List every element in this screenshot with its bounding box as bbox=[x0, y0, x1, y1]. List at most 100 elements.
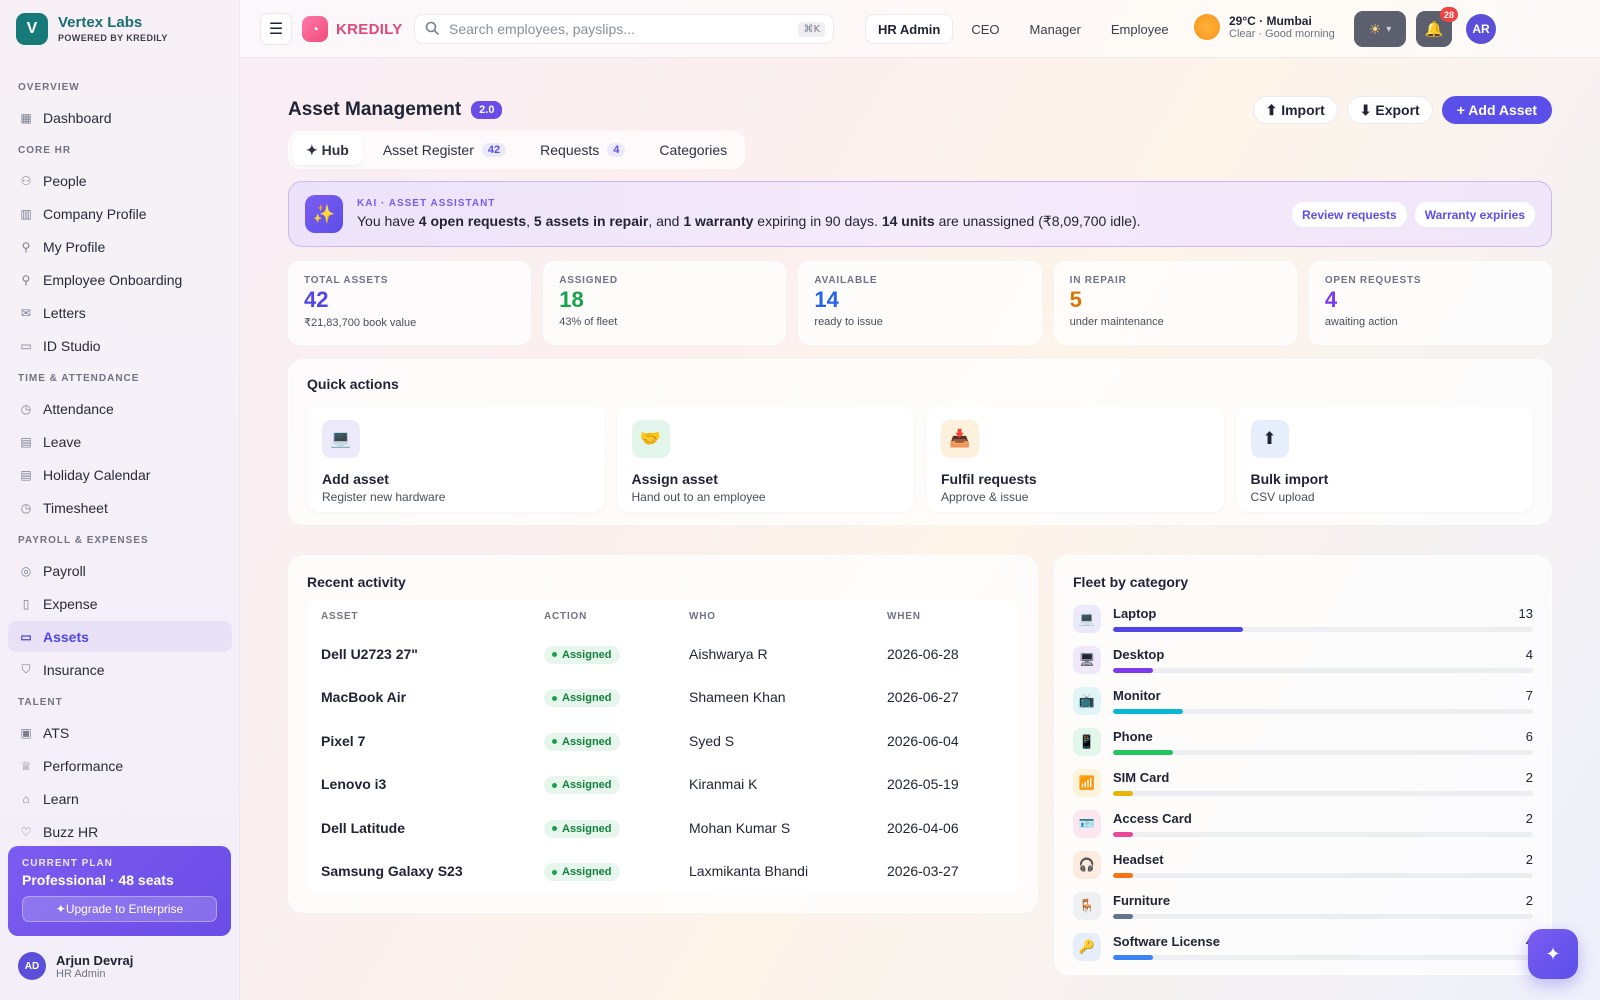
nav-section-title: PAYROLL & EXPENSES bbox=[18, 535, 149, 546]
brand[interactable]: V Vertex Labs POWERED BY KREDILY bbox=[16, 13, 168, 45]
fleet-category-row: Desktop 4 bbox=[1113, 647, 1533, 662]
fleet-category-desktop[interactable]: 🖥 Desktop 4 bbox=[1073, 639, 1533, 680]
mail-icon: ✉ bbox=[20, 305, 32, 320]
fleet-category-furniture[interactable]: 🪑 Furniture 2 bbox=[1073, 885, 1533, 926]
quick-action-subtitle: Approve & issue bbox=[941, 490, 1029, 504]
user-profile[interactable]: AD Arjun Devraj HR Admin bbox=[18, 952, 133, 980]
asset-name: MacBook Air bbox=[321, 689, 407, 706]
quick-action-assign-asset[interactable]: 🤝 Assign asset Hand out to an employee bbox=[616, 406, 914, 512]
access-card-icon: 🪪 bbox=[1073, 809, 1101, 838]
sidebar-item-id-studio[interactable]: ▭ ID Studio bbox=[8, 330, 232, 361]
add-asset-button[interactable]: + Add Asset bbox=[1441, 96, 1552, 124]
bell-icon: 🔔 bbox=[1424, 21, 1444, 38]
sidebar-item-label: My Profile bbox=[43, 238, 106, 255]
table-row[interactable]: Pixel 7 Assigned Syed S 2026-06-04 bbox=[321, 719, 1005, 763]
fleet-category-laptop[interactable]: 💻 Laptop 13 bbox=[1073, 598, 1533, 639]
upgrade-button[interactable]: ✦Upgrade to Enterprise bbox=[22, 896, 217, 922]
kai-text: , and bbox=[648, 213, 684, 229]
theme-toggle[interactable]: ☀ ▾ bbox=[1354, 11, 1406, 47]
fleet-category-software-license[interactable]: 🔑 Software License4 bbox=[1073, 926, 1533, 967]
sidebar-item-employee-onboarding[interactable]: ⚲ Employee Onboarding bbox=[8, 264, 232, 295]
sparkles-icon: ✨ bbox=[305, 195, 343, 233]
shield-icon: ⛉ bbox=[21, 662, 31, 676]
brand-name: Vertex Labs bbox=[58, 14, 143, 31]
table-row[interactable]: Samsung Galaxy S23 Assigned Laxmikanta Bha… bbox=[321, 850, 1005, 894]
kai-assistant-banner: ✨ KAI · ASSET ASSISTANT You have 4 open … bbox=[288, 181, 1552, 247]
sidebar-item-attendance[interactable]: ◷ Attendance bbox=[8, 393, 232, 424]
sidebar-item-company-profile[interactable]: ▥ Company Profile bbox=[8, 198, 232, 229]
fleet-category-sim-card[interactable]: 📶 SIM Card 2 bbox=[1073, 762, 1533, 803]
search-input[interactable] bbox=[449, 21, 789, 37]
fleet-category-headset[interactable]: 🎧 Headset 2 bbox=[1073, 844, 1533, 885]
tab-label: Requests bbox=[540, 142, 600, 158]
sidebar-item-people[interactable]: ⚇ People bbox=[8, 165, 232, 196]
calendar-icon: ▤ bbox=[20, 434, 32, 449]
phone-icon: 📱 bbox=[1073, 727, 1101, 756]
status-dot-icon bbox=[552, 652, 557, 657]
sidebar-item-buzz-hr[interactable]: ♡ Buzz HR bbox=[8, 816, 232, 839]
avatar[interactable]: AR bbox=[1464, 12, 1498, 46]
sidebar-item-label: Company Profile bbox=[43, 205, 147, 222]
notifications-button[interactable]: 🔔 28 bbox=[1416, 7, 1458, 47]
stat-value: 18 bbox=[559, 287, 584, 312]
status-text: Assigned bbox=[562, 692, 612, 704]
fleet-category-phone[interactable]: 📱 Phone 6 bbox=[1073, 721, 1533, 762]
role-ceo[interactable]: CEO bbox=[959, 14, 1011, 44]
chevron-down-icon: ▾ bbox=[1386, 23, 1392, 35]
fleet-category-access-card[interactable]: 🪪 Access Card 2 bbox=[1073, 803, 1533, 844]
clock-icon: ◷ bbox=[20, 500, 32, 515]
sidebar-item-timesheet[interactable]: ◷ Timesheet bbox=[8, 492, 232, 523]
fleet-category-row: Headset 2 bbox=[1113, 852, 1533, 867]
search-box[interactable]: ⌘K bbox=[414, 14, 834, 44]
kredily-logo-icon: ◔ bbox=[302, 16, 328, 42]
role-manager[interactable]: Manager bbox=[1018, 14, 1093, 44]
sidebar-item-performance[interactable]: ♕ Performance bbox=[8, 750, 232, 781]
sidebar-item-insurance[interactable]: ⛉ Insurance bbox=[8, 654, 232, 685]
kredily-logo-text: KREDILY bbox=[336, 20, 403, 38]
status-dot-icon bbox=[552, 782, 557, 788]
sidebar-item-my-profile[interactable]: ⚲ My Profile bbox=[8, 231, 232, 262]
asset-name: Samsung Galaxy S23 bbox=[321, 863, 463, 880]
quick-action-add-asset[interactable]: 💻 Add asset Register new hardware bbox=[307, 406, 605, 512]
import-button[interactable]: ⬆ Import bbox=[1252, 96, 1338, 124]
table-row[interactable]: MacBook Air Assigned Shameen Khan 2026-06-2… bbox=[321, 676, 1005, 720]
activity-date: 2026-04-06 bbox=[887, 819, 959, 836]
sidebar-item-ats[interactable]: ▣ ATS bbox=[8, 717, 232, 748]
fleet-category-name: Phone bbox=[1113, 728, 1153, 744]
recent-activity-panel: Recent activity ASSET ACTION WHO WHEN De… bbox=[288, 555, 1038, 913]
table-row[interactable]: Dell Latitude Assigned Mohan Kumar S 2026-0… bbox=[321, 806, 1005, 850]
quick-action-fulfil-requests[interactable]: 📥 Fulfil requests Approve & issue bbox=[926, 406, 1224, 512]
column-header: ACTION bbox=[544, 610, 588, 622]
role-employee[interactable]: Employee bbox=[1099, 14, 1181, 44]
fleet-category-monitor[interactable]: 📺 Monitor 7 bbox=[1073, 680, 1533, 721]
tab-requests[interactable]: Requests 4 bbox=[526, 135, 639, 165]
warranty-expiries-button[interactable]: Warranty expiries bbox=[1414, 202, 1535, 227]
sidebar-item-learn[interactable]: ⌂ Learn bbox=[8, 783, 232, 814]
activity-table: ASSET ACTION WHO WHEN Dell U2723 27" Assi… bbox=[307, 600, 1019, 893]
sidebar-item-leave[interactable]: ▤ Leave bbox=[8, 426, 232, 457]
sidebar-item-assets[interactable]: ▭ Assets bbox=[8, 621, 232, 652]
kredily-logo[interactable]: ◔ KREDILY bbox=[302, 16, 403, 42]
kai-text: expiring in 90 days. bbox=[753, 213, 882, 229]
quick-action-bulk-import[interactable]: ⬆ Bulk import CSV upload bbox=[1235, 406, 1533, 512]
review-requests-button[interactable]: Review requests bbox=[1292, 202, 1407, 227]
sidebar-item-holiday-calendar[interactable]: ▤ Holiday Calendar bbox=[8, 459, 232, 490]
table-row[interactable]: Dell U2723 27" Assigned Aishwarya R 2026-06… bbox=[321, 632, 1005, 676]
sidebar-item-payroll[interactable]: ◎ Payroll bbox=[8, 555, 232, 586]
sidebar-item-dashboard[interactable]: ▦ Dashboard bbox=[8, 102, 232, 133]
menu-button[interactable]: ☰ bbox=[260, 13, 292, 45]
tab-categories[interactable]: Categories bbox=[645, 135, 741, 165]
laptop-icon: 💻 bbox=[1073, 604, 1101, 633]
activity-date: 2026-06-04 bbox=[887, 732, 959, 749]
assignee-name: Laxmikanta Bhandi bbox=[689, 863, 809, 880]
sidebar-item-letters[interactable]: ✉ Letters bbox=[8, 297, 232, 328]
tab-asset-register[interactable]: Asset Register 42 bbox=[369, 135, 520, 165]
role-hr-admin[interactable]: HR Admin bbox=[865, 14, 954, 44]
brand-logo: V bbox=[16, 13, 48, 45]
export-button[interactable]: ⬇ Export bbox=[1346, 96, 1433, 124]
assistant-fab[interactable]: ✦ bbox=[1528, 929, 1578, 979]
status-text: Assigned bbox=[562, 866, 612, 878]
tab-hub[interactable]: ✦ Hub bbox=[292, 135, 363, 165]
table-row[interactable]: Lenovo i3 Assigned Kiranmai K 2026-05-19 bbox=[321, 763, 1005, 807]
sidebar-item-expense[interactable]: ▯ Expense bbox=[8, 588, 232, 619]
